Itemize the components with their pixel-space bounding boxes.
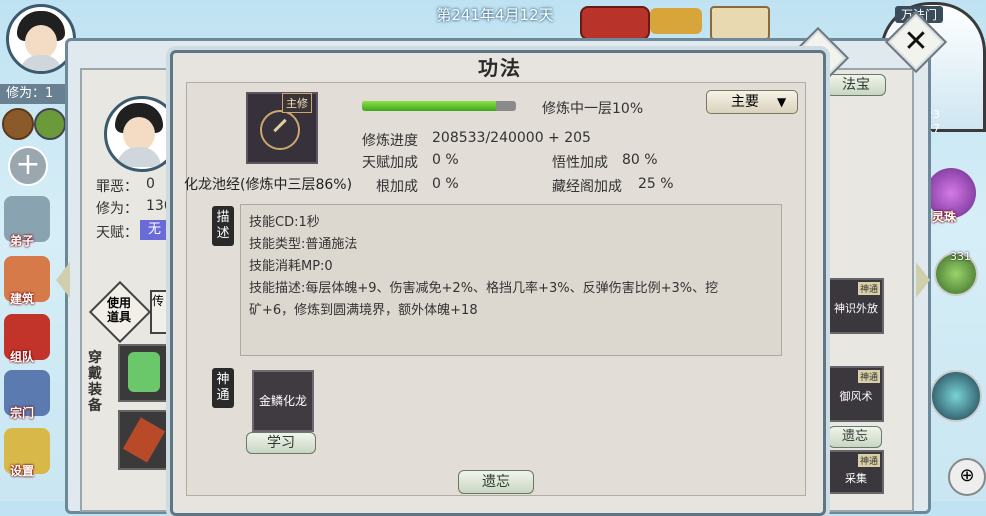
equip-slot-weapon[interactable]: [118, 410, 170, 470]
equip-slot-robe[interactable]: [118, 344, 170, 402]
side-forget-button[interactable]: 遗忘: [828, 426, 882, 448]
card-tag: 神通: [857, 282, 880, 295]
item-orb-icon[interactable]: [34, 108, 66, 140]
skill-name: 化龙池经(修炼中三层86%): [184, 177, 353, 193]
stage-progress-fill: [362, 101, 496, 111]
sin-label: 罪恶：: [96, 179, 138, 195]
skill-orb-icon[interactable]: [930, 370, 982, 422]
card-tag: 神通: [857, 370, 880, 383]
desc-line: 技能类型:普通施法: [249, 237, 358, 252]
robe-icon: [128, 352, 160, 392]
sin-value: 0: [146, 176, 155, 192]
insight-bonus-value: 80 %: [622, 152, 658, 168]
modal-title: 功法: [478, 56, 522, 80]
skill-card-spirit[interactable]: 神通 神识外放: [828, 278, 884, 334]
category-dropdown[interactable]: 主要 ▼: [706, 90, 798, 114]
insight-bonus-label: 悟性加成: [552, 155, 608, 171]
root-bonus-label: 根加成: [376, 179, 418, 195]
desc-line: 技能消耗MP:0: [249, 259, 333, 274]
add-button[interactable]: +: [8, 146, 48, 186]
cultivation-label: 修为：: [96, 201, 138, 217]
stage-progress-bar: [362, 101, 516, 111]
stage-text: 修炼中一层10%: [542, 101, 644, 117]
game-date: 第241年4月12天: [436, 6, 554, 24]
desc-line: 技能描述:每层体魄+9、伤害减免+2%、格挡几率+3%、反弹伤害比例+3%、挖: [249, 281, 719, 296]
desc-line: 技能CD:1秒: [249, 215, 320, 230]
treasure-chest-icon[interactable]: [580, 6, 650, 40]
progress-label: 修炼进度: [362, 133, 418, 149]
desc-tab: 描述: [212, 206, 234, 246]
card-tag: 神通: [857, 454, 880, 467]
desc-line: 矿+6，修炼到圆满境界，额外体魄+18: [249, 303, 478, 318]
learn-button[interactable]: 学习: [246, 432, 316, 454]
dropdown-value: 主要: [731, 94, 759, 110]
card-label: 神识外放: [834, 302, 878, 315]
god-skill-card[interactable]: 金鳞化龙: [252, 370, 314, 432]
library-bonus-value: 25 %: [638, 176, 674, 192]
nav-settings-label: 设置: [10, 464, 35, 478]
skill-card-wind[interactable]: 神通 御风术: [828, 366, 884, 422]
main-skill-tag: 主修: [282, 93, 312, 113]
cultivation-value: 130: [146, 198, 170, 214]
skill-card-gather[interactable]: 神通 采集: [828, 450, 884, 494]
item-orb-icon[interactable]: [2, 108, 34, 140]
arrow-left-icon[interactable]: [56, 262, 70, 298]
sword-icon: [260, 110, 300, 150]
transmit-button[interactable]: 传: [150, 290, 170, 334]
skill-description: 技能CD:1秒 技能类型:普通施法 技能消耗MP:0 技能描述:每层体魄+9、伤…: [240, 204, 782, 356]
close-icon: ✕: [903, 24, 929, 59]
orb-count: 331: [950, 250, 971, 263]
talent-bonus-value: 0 %: [432, 152, 459, 168]
card-label: 采集: [845, 472, 867, 485]
use-item-label: 使用道具: [106, 296, 131, 324]
book-icon[interactable]: [710, 6, 770, 40]
god-tab: 神通: [212, 368, 234, 408]
character-portrait: [104, 96, 180, 172]
weapon-icon: [122, 417, 166, 463]
talent-label: 天赋：: [96, 225, 138, 241]
zoom-icon[interactable]: ⊕: [948, 458, 986, 496]
spirit-bead-label: 灵珠: [932, 210, 957, 224]
nav-sect-label: 宗门: [10, 406, 35, 420]
arrow-right-icon[interactable]: [916, 262, 930, 298]
library-bonus-label: 藏经阁加成: [552, 179, 622, 195]
scroll-icon[interactable]: [650, 8, 702, 34]
nav-building-label: 建筑: [10, 292, 35, 306]
root-bonus-value: 0 %: [432, 176, 459, 192]
talent-bonus-label: 天赋加成: [362, 155, 418, 171]
player-cultivation: 修为：1: [0, 84, 72, 104]
forget-button[interactable]: 遗忘: [458, 470, 534, 494]
nav-disciples-label: 弟子: [10, 234, 35, 248]
equip-label: 穿戴装备: [88, 350, 102, 414]
card-label: 御风术: [839, 390, 873, 403]
progress-value: 208533/240000 + 205: [432, 130, 591, 146]
chevron-down-icon: ▼: [777, 95, 787, 109]
nav-team-label: 组队: [10, 350, 35, 364]
